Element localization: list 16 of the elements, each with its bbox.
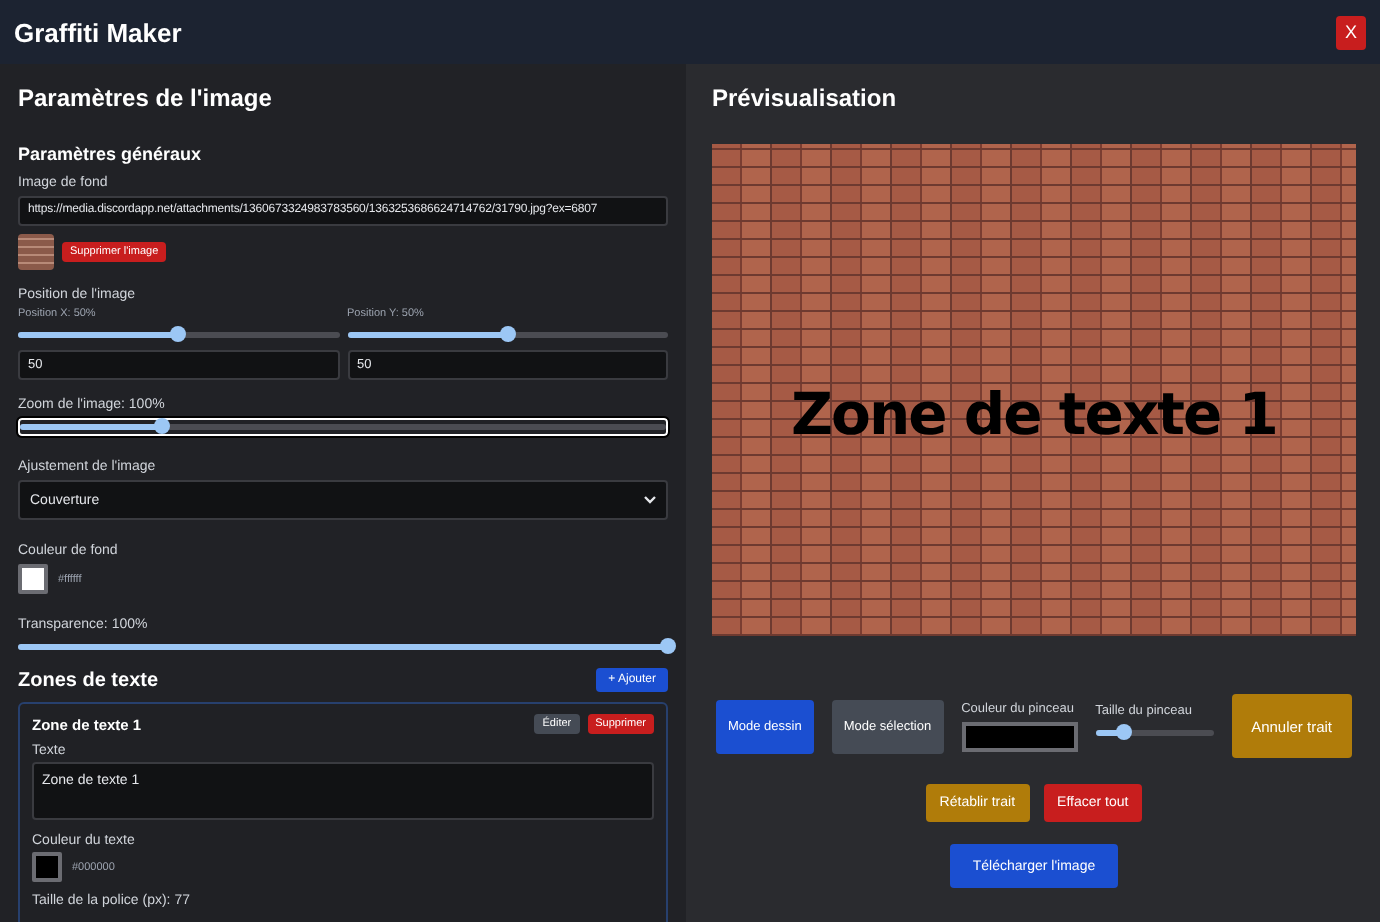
section-title: Prévisualisation — [712, 84, 897, 112]
slider[interactable] — [347, 326, 668, 344]
app-title: Graffiti Maker — [14, 17, 182, 47]
canvas-text: Zone de texte 1 — [791, 380, 1277, 448]
section-title: Zones de texte — [18, 669, 159, 691]
close-button[interactable]: X — [1336, 15, 1366, 49]
photo-placeholder — [18, 234, 54, 270]
slider[interactable] — [18, 326, 339, 344]
color-swatch[interactable] — [32, 852, 62, 882]
color-swatch[interactable] — [961, 721, 1078, 751]
slider[interactable] — [1095, 724, 1214, 742]
section-subtitle: Paramètres généraux — [18, 144, 204, 164]
chevron-icon — [644, 496, 656, 504]
color-swatch[interactable] — [18, 564, 48, 594]
slider[interactable] — [18, 418, 668, 436]
section-title: Paramètres de l'image — [18, 84, 274, 112]
